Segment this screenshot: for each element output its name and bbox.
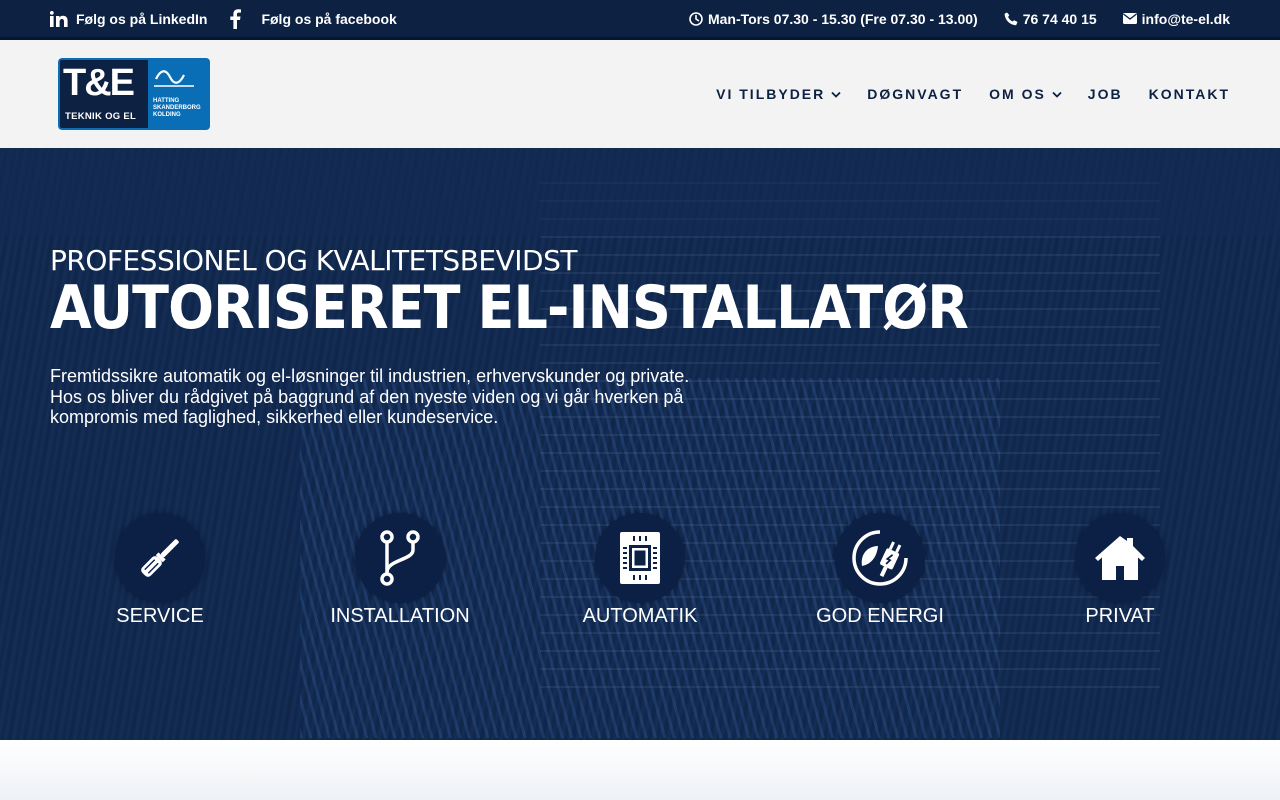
house-icon [1075,513,1165,603]
chip-icon [595,513,685,603]
eco-plug-icon [835,513,925,603]
opening-hours: Man-Tors 07.30 - 15.30 (Fre 07.30 - 13.0… [689,11,978,27]
nav-dognvagt[interactable]: DØGNVAGT [867,86,963,102]
chevron-down-icon [831,91,841,98]
lead-line: kompromis med faglighed, sikkerhed eller… [50,407,499,427]
branch-icon [355,513,445,603]
lead-line: Hos os bliver du rådgivet på baggrund af… [50,386,684,407]
top-bar: Følg os på LinkedIn Følg os på facebook … [0,0,1280,40]
next-section-edge [0,740,1280,800]
nav-job[interactable]: JOB [1088,86,1123,102]
logo-text: T&E [63,62,135,104]
service-label: AUTOMATIK [582,605,698,627]
logo-subtext: TEKNIK OG EL [65,111,137,122]
linkedin-label: Følg os på LinkedIn [76,10,208,27]
clock-icon [689,11,703,26]
screwdriver-icon [115,513,205,603]
logo-wave-panel: HATTING SKANDERBORG KOLDING [148,58,210,130]
service-label: SERVICE [116,605,204,627]
social-links: Følg os på LinkedIn Følg os på facebook [50,0,419,37]
logo-mark: T&E TEKNIK OG EL [58,58,148,130]
envelope-icon [1122,13,1137,24]
phone-icon [1004,12,1018,26]
hero-top-band [0,148,1280,236]
service-list: SERVICE INSTALLATION AUTOMATIK GOD ENERG… [40,513,1240,633]
linkedin-icon [50,10,68,27]
service-item-god-energi[interactable]: GOD ENERGI [780,513,980,628]
company-logo[interactable]: T&E TEKNIK OG EL HATTING SKANDERBORG KOL… [58,58,210,130]
facebook-link[interactable]: Følg os på facebook [229,8,397,29]
phone-link[interactable]: 76 74 40 15 [1004,11,1097,27]
nav-om-os[interactable]: OM OS [989,86,1062,102]
email-link[interactable]: info@te-el.dk [1122,10,1230,27]
chevron-down-icon [1052,91,1062,98]
site-header: T&E TEKNIK OG EL HATTING SKANDERBORG KOL… [0,40,1280,148]
email-address: info@te-el.dk [1141,10,1230,27]
service-label: PRIVAT [1085,605,1155,627]
facebook-icon [229,8,242,29]
service-item-automatik[interactable]: AUTOMATIK [540,513,740,628]
service-label: GOD ENERGI [816,605,944,627]
nav-kontakt[interactable]: KONTAKT [1149,86,1230,102]
service-item-installation[interactable]: INSTALLATION [300,513,500,628]
hero-lead: Fremtidssikre automatik og el-løsninger … [50,366,710,428]
logo-towns: HATTING SKANDERBORG KOLDING [153,98,201,118]
main-nav: VI TILBYDER DØGNVAGT OM OS JOB KONTAKT [690,80,1230,108]
lead-line: Fremtidssikre automatik og el-løsninger … [50,366,690,386]
service-label: INSTALLATION [330,605,470,627]
nav-vi-tilbyder[interactable]: VI TILBYDER [716,86,841,102]
hours-text: Man-Tors 07.30 - 15.30 (Fre 07.30 - 13.0… [707,10,978,27]
service-item-privat[interactable]: PRIVAT [1020,513,1220,628]
service-item-service[interactable]: SERVICE [60,513,260,628]
hero-section: PROFESSIONEL OG KVALITETSBEVIDST AUTORIS… [0,148,1280,740]
facebook-label: Følg os på facebook [261,10,397,27]
phone-number: 76 74 40 15 [1022,10,1097,27]
contact-info: Man-Tors 07.30 - 15.30 (Fre 07.30 - 13.0… [663,0,1230,37]
linkedin-link[interactable]: Følg os på LinkedIn [50,11,207,27]
sine-wave-icon [154,70,194,87]
hero-title: AUTORISERET EL-INSTALLATØR [50,273,969,343]
